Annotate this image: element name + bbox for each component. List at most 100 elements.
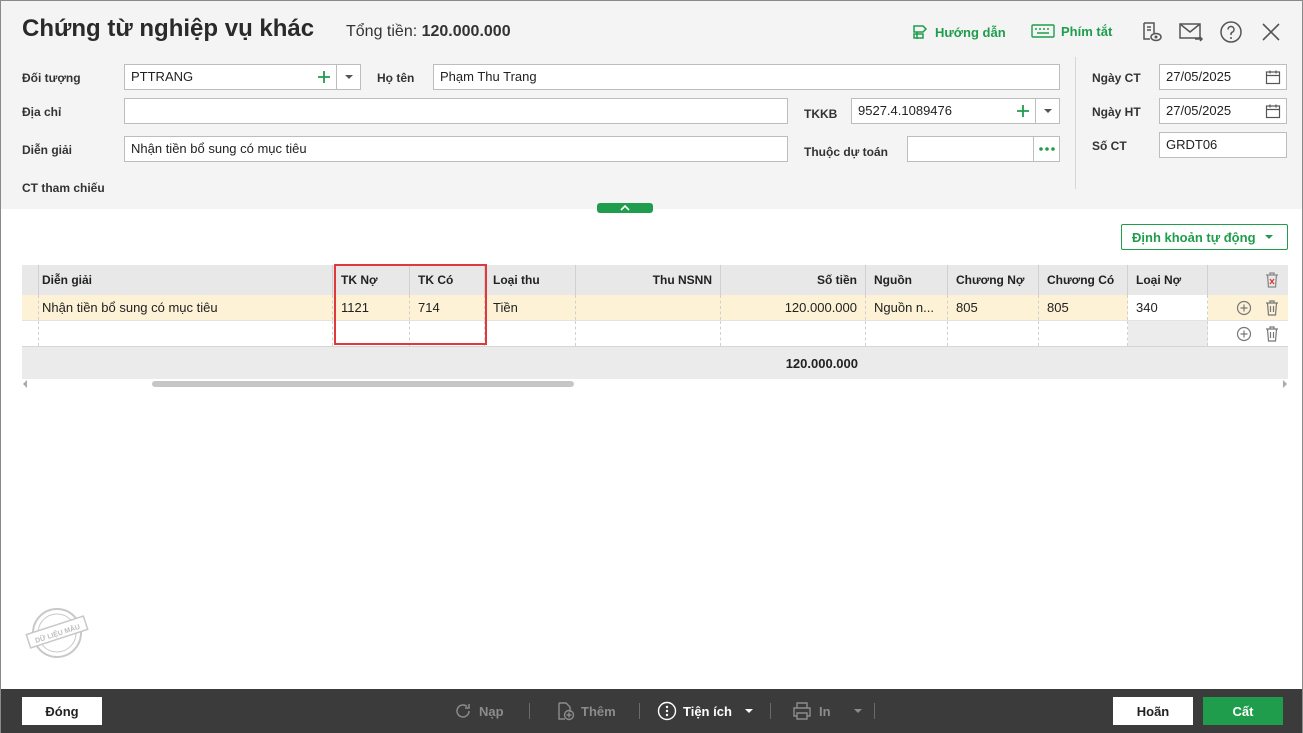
add-row-icon[interactable] [1236, 300, 1252, 316]
guide-icon [913, 25, 928, 39]
col-loai-no[interactable]: Loại Nợ [1128, 265, 1208, 295]
ho-ten-label: Họ tên [377, 71, 415, 85]
auto-account-label: Định khoản tự động [1132, 229, 1256, 245]
more-circle-icon [657, 701, 677, 721]
guide-link[interactable]: Hướng dẫn [911, 23, 1006, 41]
ngay-ct-value[interactable]: 27/05/2025 [1160, 65, 1260, 89]
help-icon[interactable] [1218, 19, 1244, 45]
col-so-tien[interactable]: Số tiền [721, 265, 866, 295]
horizontal-scrollbar[interactable] [22, 379, 1288, 389]
tkkb-field[interactable]: 9527.4.1089476 [851, 98, 1060, 124]
delete-row-icon[interactable] [1264, 325, 1280, 343]
table-row[interactable] [22, 321, 1288, 347]
divider [1075, 57, 1076, 189]
chevron-down-icon [744, 709, 753, 713]
collapse-header-button[interactable] [597, 203, 653, 213]
ngay-ht-value[interactable]: 27/05/2025 [1160, 99, 1260, 123]
cell-loai-no[interactable]: 340 [1128, 295, 1208, 320]
cell-tk-co[interactable] [410, 321, 485, 346]
print-button[interactable]: In [791, 699, 863, 723]
ngay-ct-field[interactable]: 27/05/2025 [1159, 64, 1287, 90]
scroll-right-icon[interactable] [1282, 380, 1288, 388]
scroll-thumb[interactable] [152, 381, 574, 387]
row-actions [1208, 321, 1288, 346]
sample-data-watermark: DỮ LIỆU MẪU [25, 605, 89, 661]
doi-tuong-field[interactable]: PTTRANG [124, 64, 361, 90]
reload-label: Nạp [479, 703, 504, 719]
total-amount: Tổng tiền: 120.000.000 [346, 23, 511, 41]
cell-tk-no[interactable]: 1121 [333, 295, 410, 320]
calendar-icon[interactable] [1260, 65, 1286, 89]
cell-tk-co[interactable]: 714 [410, 295, 485, 320]
tkkb-value[interactable]: 9527.4.1089476 [852, 99, 1011, 123]
col-chuong-no[interactable]: Chương Nợ [948, 265, 1039, 295]
chevron-down-icon[interactable] [336, 65, 360, 89]
cell-chuong-no[interactable]: 805 [948, 295, 1039, 320]
cell-tk-no[interactable] [333, 321, 410, 346]
auto-account-button[interactable]: Định khoản tự động [1121, 224, 1288, 250]
ho-ten-field[interactable]: Phạm Thu Trang [433, 64, 1060, 90]
ngay-ht-field[interactable]: 27/05/2025 [1159, 98, 1287, 124]
footer-toolbar: Đóng Nạp Thêm Tiện ích In Hoãn Cất [1, 689, 1302, 733]
table-row[interactable]: Nhận tiền bổ sung có mục tiêu 1121 714 T… [22, 295, 1288, 321]
so-ct-field[interactable]: GRDT06 [1159, 132, 1287, 158]
thuoc-du-toan-value[interactable] [908, 137, 1033, 161]
utility-menu-button[interactable]: Tiện ích [657, 699, 754, 723]
tkkb-label: TKKB [804, 107, 838, 121]
add-row-icon[interactable] [1236, 326, 1252, 342]
calendar-icon[interactable] [1260, 99, 1286, 123]
shortcut-link[interactable]: Phím tắt [1031, 23, 1112, 39]
dien-giai-field[interactable]: Nhận tiền bổ sung có mục tiêu [124, 136, 788, 162]
keyboard-icon [1031, 24, 1055, 38]
delete-all-icon[interactable] [1208, 265, 1288, 295]
col-tk-co[interactable]: TK Có [410, 265, 485, 295]
col-thu-nsnn[interactable]: Thu NSNN [576, 265, 721, 295]
add-label: Thêm [581, 703, 616, 719]
divider [770, 703, 771, 719]
total-amount-cell: 120.000.000 [785, 355, 858, 371]
cell-thu-nsnn[interactable] [576, 321, 721, 346]
add-icon[interactable] [1011, 99, 1035, 123]
scroll-left-icon[interactable] [22, 380, 28, 388]
cell-dien-giai[interactable] [34, 321, 333, 346]
cell-thu-nsnn[interactable] [576, 295, 721, 320]
so-ct-label: Số CT [1092, 139, 1127, 153]
doi-tuong-label: Đối tượng [22, 71, 81, 85]
cell-loai-thu[interactable]: Tiền [485, 295, 576, 320]
cell-so-tien[interactable] [721, 321, 866, 346]
close-button[interactable]: Đóng [22, 697, 102, 725]
add-button[interactable]: Thêm [555, 699, 616, 723]
cell-loai-no[interactable] [1128, 321, 1208, 346]
more-icon[interactable] [1033, 137, 1059, 161]
cell-chuong-co[interactable]: 805 [1039, 295, 1128, 320]
view-document-icon[interactable] [1138, 19, 1164, 45]
total-row: 120.000.000 [22, 347, 1288, 379]
cell-dien-giai[interactable]: Nhận tiền bổ sung có mục tiêu [34, 295, 333, 320]
print-label: In [819, 703, 831, 719]
col-chuong-co[interactable]: Chương Có [1039, 265, 1128, 295]
voucher-window: Chứng từ nghiệp vụ khác Tổng tiền: 120.0… [0, 0, 1303, 733]
col-dien-giai[interactable]: Diễn giải [34, 265, 333, 295]
col-tk-no[interactable]: TK Nợ [333, 265, 410, 295]
cancel-button[interactable]: Hoãn [1113, 697, 1193, 725]
chevron-down-icon[interactable] [1035, 99, 1059, 123]
close-icon[interactable] [1258, 19, 1284, 45]
reload-button[interactable]: Nạp [453, 699, 504, 723]
shortcut-label: Phím tắt [1061, 23, 1113, 39]
cell-loai-thu[interactable] [485, 321, 576, 346]
delete-row-icon[interactable] [1264, 299, 1280, 317]
col-loai-thu[interactable]: Loại thu [485, 265, 576, 295]
mail-icon[interactable] [1178, 19, 1204, 45]
cell-so-tien[interactable]: 120.000.000 [721, 295, 866, 320]
cell-chuong-no[interactable] [948, 321, 1039, 346]
cell-nguon[interactable]: Nguồn n... [866, 295, 948, 320]
doi-tuong-value[interactable]: PTTRANG [125, 65, 312, 89]
thuoc-du-toan-field[interactable] [907, 136, 1060, 162]
add-icon[interactable] [312, 65, 336, 89]
col-nguon[interactable]: Nguồn [866, 265, 948, 295]
cell-nguon[interactable] [866, 321, 948, 346]
save-button[interactable]: Cất [1203, 697, 1283, 725]
dia-chi-field[interactable] [124, 98, 788, 124]
cell-chuong-co[interactable] [1039, 321, 1128, 346]
guide-label: Hướng dẫn [935, 24, 1006, 40]
